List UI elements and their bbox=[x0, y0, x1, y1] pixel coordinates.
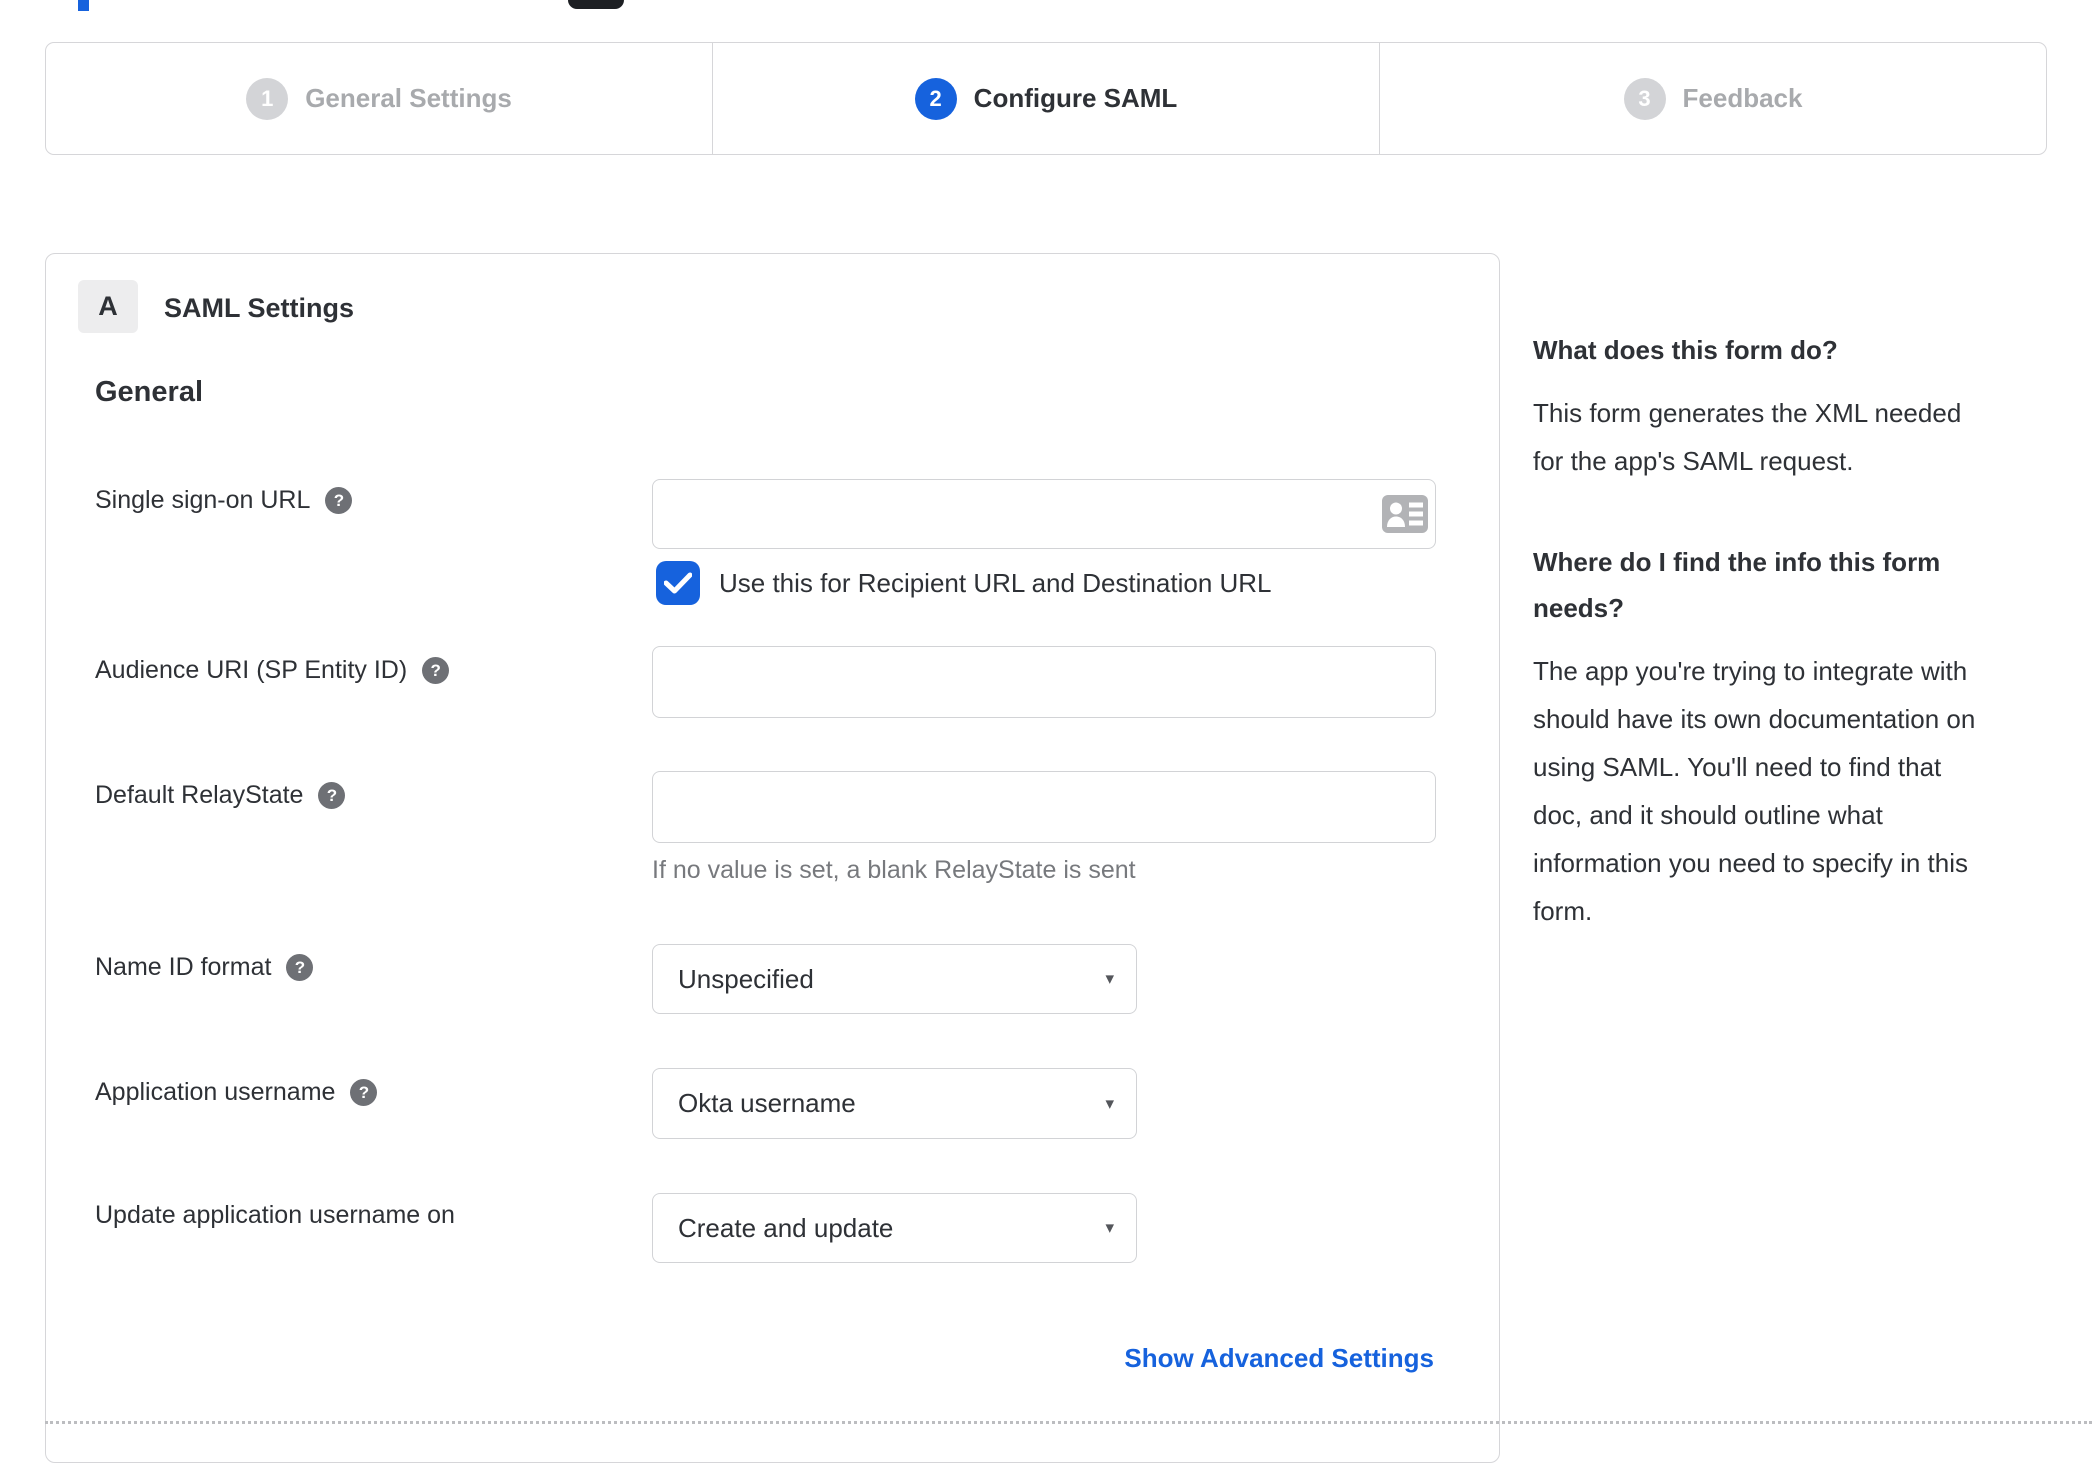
step-1-number-badge: 1 bbox=[246, 77, 289, 120]
checkmark-icon bbox=[664, 572, 692, 594]
recipient-url-checkbox-label[interactable]: Use this for Recipient URL and Destinati… bbox=[719, 568, 1272, 599]
relaystate-input[interactable] bbox=[652, 771, 1436, 843]
help-q1-heading: What does this form do? bbox=[1533, 335, 1838, 365]
app-username-value: Okta username bbox=[678, 1088, 856, 1118]
step-3-label: Feedback bbox=[1682, 83, 1803, 113]
chevron-down-icon: ▾ bbox=[1105, 1218, 1114, 1237]
app-username-select[interactable]: Okta username ▾ bbox=[652, 1068, 1137, 1139]
sso-url-input[interactable] bbox=[652, 479, 1436, 549]
recipient-url-checkbox[interactable] bbox=[656, 561, 700, 605]
panel-title: SAML Settings bbox=[164, 293, 355, 323]
audience-uri-input[interactable] bbox=[652, 646, 1436, 718]
update-username-label: Update application username on bbox=[95, 1201, 455, 1229]
app-username-label: Application username bbox=[95, 1078, 336, 1106]
group-title-general: General bbox=[95, 376, 203, 408]
step-3-number-badge: 3 bbox=[1623, 77, 1666, 120]
cutoff-title-descender bbox=[568, 0, 624, 9]
chevron-down-icon: ▾ bbox=[1105, 969, 1114, 988]
relaystate-help-icon[interactable]: ? bbox=[318, 782, 346, 809]
chevron-down-icon: ▾ bbox=[1105, 1093, 1114, 1113]
update-username-select[interactable]: Create and update ▾ bbox=[652, 1193, 1137, 1263]
help-sidebar: What does this form do? This form genera… bbox=[1533, 327, 2047, 935]
audience-uri-label-row: Audience URI (SP Entity ID) ? bbox=[95, 656, 450, 685]
step-configure-saml[interactable]: 2 Configure SAML bbox=[712, 43, 1379, 154]
cutoff-blue-mark bbox=[78, 0, 89, 11]
section-a-badge: A bbox=[78, 280, 138, 333]
audience-uri-label: Audience URI (SP Entity ID) bbox=[95, 656, 408, 684]
help-q2-heading: Where do I find the info this form needs… bbox=[1533, 547, 1941, 623]
sso-url-label: Single sign-on URL bbox=[95, 486, 311, 514]
step-2-label: Configure SAML bbox=[973, 83, 1178, 113]
advanced-section-dashed-divider bbox=[45, 1421, 2092, 1424]
wizard-stepper: 1 General Settings 2 Configure SAML 3 Fe… bbox=[45, 42, 2047, 155]
contact-card-icon[interactable] bbox=[1382, 495, 1428, 533]
help-q1-body: This form generates the XML needed for t… bbox=[1533, 398, 1962, 476]
name-id-format-label-row: Name ID format ? bbox=[95, 953, 314, 982]
name-id-format-help-icon[interactable]: ? bbox=[286, 954, 314, 981]
update-username-value: Create and update bbox=[678, 1212, 894, 1243]
app-username-label-row: Application username ? bbox=[95, 1078, 378, 1107]
relaystate-label-row: Default RelayState ? bbox=[95, 781, 346, 810]
step-1-label: General Settings bbox=[305, 83, 512, 113]
audience-uri-help-icon[interactable]: ? bbox=[422, 657, 450, 684]
sso-url-label-row: Single sign-on URL ? bbox=[95, 486, 353, 515]
step-2-number-badge: 2 bbox=[914, 77, 957, 120]
app-username-help-icon[interactable]: ? bbox=[350, 1079, 378, 1106]
recipient-url-checkbox-row: Use this for Recipient URL and Destinati… bbox=[656, 561, 1272, 605]
help-q2-body: The app you're trying to integrate with … bbox=[1533, 656, 1976, 926]
saml-settings-panel: A SAML Settings General Single sign-on U… bbox=[45, 253, 1500, 1463]
name-id-format-label: Name ID format bbox=[95, 953, 272, 981]
relaystate-helper-text: If no value is set, a blank RelayState i… bbox=[652, 856, 1136, 884]
sso-url-help-icon[interactable]: ? bbox=[325, 487, 353, 514]
step-general-settings[interactable]: 1 General Settings bbox=[46, 43, 712, 154]
show-advanced-settings-link[interactable]: Show Advanced Settings bbox=[1124, 1343, 1434, 1374]
step-feedback[interactable]: 3 Feedback bbox=[1379, 43, 2046, 154]
name-id-format-value: Unspecified bbox=[678, 963, 814, 994]
update-username-label-row: Update application username on bbox=[95, 1201, 455, 1230]
relaystate-label: Default RelayState bbox=[95, 781, 304, 809]
name-id-format-select[interactable]: Unspecified ▾ bbox=[652, 944, 1137, 1014]
